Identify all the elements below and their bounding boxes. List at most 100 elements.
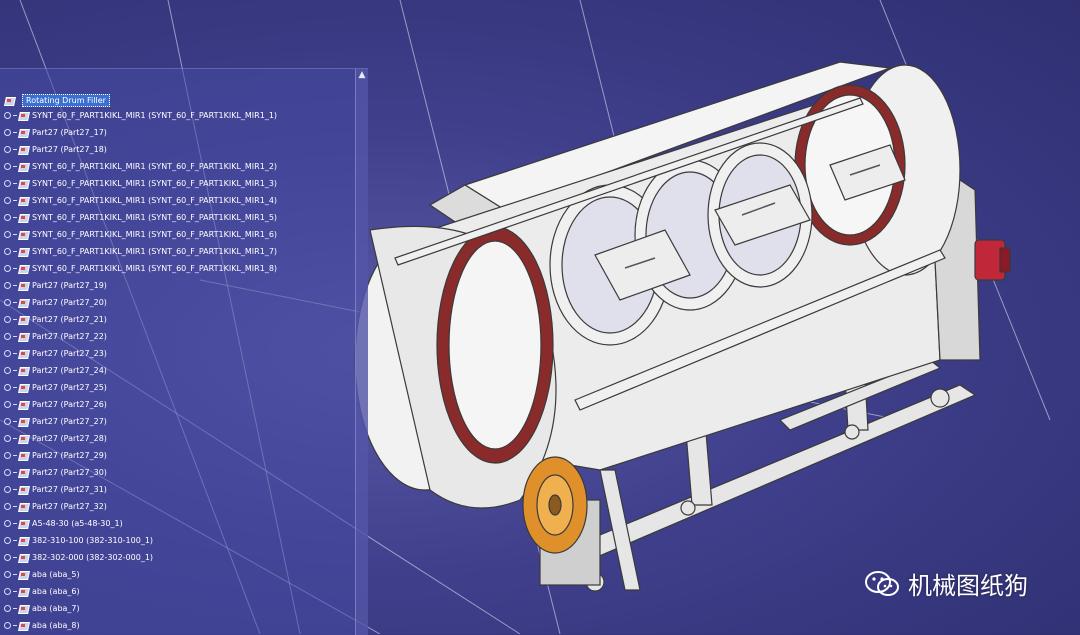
- tree-item-label: Part27 (Part27_28): [32, 433, 107, 443]
- tree-item[interactable]: SYNT_60_F_PART1KIKL_MIR1 (SYNT_60_F_PART…: [4, 209, 277, 225]
- tree-item[interactable]: Part27 (Part27_21): [4, 311, 107, 327]
- tree-item-label: SYNT_60_F_PART1KIKL_MIR1 (SYNT_60_F_PART…: [32, 161, 278, 171]
- expand-node-icon[interactable]: [4, 196, 11, 204]
- tree-item[interactable]: Part27 (Part27_29): [4, 447, 107, 463]
- tree-item-label: Part27 (Part27_22): [32, 331, 107, 341]
- tree-item-label: Part27 (Part27_19): [32, 280, 107, 290]
- expand-node-icon[interactable]: [4, 349, 11, 357]
- expand-node-icon[interactable]: [4, 519, 11, 527]
- wechat-icon: [864, 570, 900, 598]
- expand-node-icon[interactable]: [4, 179, 11, 187]
- tree-connector: [13, 352, 17, 354]
- tree-connector: [13, 437, 17, 439]
- tree-connector: [13, 386, 17, 388]
- expand-node-icon[interactable]: [4, 570, 11, 578]
- expand-node-icon[interactable]: [4, 485, 11, 493]
- tree-item[interactable]: Part27 (Part27_30): [4, 464, 107, 480]
- expand-node-icon[interactable]: [4, 247, 11, 255]
- tree-connector: [13, 284, 17, 286]
- tree-item[interactable]: Part27 (Part27_23): [4, 345, 107, 361]
- tree-connector: [13, 301, 17, 303]
- expand-node-icon[interactable]: [4, 604, 11, 612]
- tree-item[interactable]: SYNT_60_F_PART1KIKL_MIR1 (SYNT_60_F_PART…: [4, 192, 277, 208]
- tree-connector: [13, 607, 17, 609]
- tree-item-label: SYNT_60_F_PART1KIKL_MIR1 (SYNT_60_F_PART…: [32, 110, 278, 120]
- tree-item-label: 382-310-100 (382-310-100_1): [32, 535, 154, 545]
- tree-item[interactable]: 382-310-100 (382-310-100_1): [4, 532, 153, 548]
- expand-node-icon[interactable]: [4, 145, 11, 153]
- tree-item[interactable]: SYNT_60_F_PART1KIKL_MIR1 (SYNT_60_F_PART…: [4, 260, 277, 276]
- tree-item[interactable]: Part27 (Part27_25): [4, 379, 107, 395]
- expand-node-icon[interactable]: [4, 417, 11, 425]
- tree-connector: [13, 522, 17, 524]
- tree-item-label: Part27 (Part27_18): [32, 144, 107, 154]
- tree-item[interactable]: Part27 (Part27_31): [4, 481, 107, 497]
- expand-node-icon[interactable]: [4, 298, 11, 306]
- expand-node-icon[interactable]: [4, 400, 11, 408]
- tree-item[interactable]: SYNT_60_F_PART1KIKL_MIR1 (SYNT_60_F_PART…: [4, 243, 277, 259]
- expand-node-icon[interactable]: [4, 383, 11, 391]
- tree-item-label: SYNT_60_F_PART1KIKL_MIR1 (SYNT_60_F_PART…: [32, 246, 278, 256]
- tree-item[interactable]: aba (aba_8): [4, 617, 80, 633]
- tree-item[interactable]: aba (aba_7): [4, 600, 80, 616]
- tree-item[interactable]: Part27 (Part27_18): [4, 141, 107, 157]
- part-icon: [18, 110, 29, 121]
- expand-node-icon[interactable]: [4, 451, 11, 459]
- tree-item[interactable]: 382-302-000 (382-302-000_1): [4, 549, 153, 565]
- expand-node-icon[interactable]: [4, 434, 11, 442]
- expand-node-icon[interactable]: [4, 366, 11, 374]
- tree-item[interactable]: Part27 (Part27_28): [4, 430, 107, 446]
- tree-connector: [13, 471, 17, 473]
- tree-item[interactable]: A5-48-30 (a5-48-30_1): [4, 515, 123, 531]
- expand-node-icon[interactable]: [4, 587, 11, 595]
- tree-root[interactable]: Rotating Drum Filler: [4, 93, 110, 107]
- part-icon: [18, 620, 29, 631]
- tree-item[interactable]: SYNT_60_F_PART1KIKL_MIR1 (SYNT_60_F_PART…: [4, 158, 277, 174]
- expand-node-icon[interactable]: [4, 281, 11, 289]
- expand-node-icon[interactable]: [4, 536, 11, 544]
- tree-item[interactable]: aba (aba_6): [4, 583, 80, 599]
- tree-item[interactable]: Part27 (Part27_20): [4, 294, 107, 310]
- expand-node-icon[interactable]: [4, 128, 11, 136]
- expand-node-icon[interactable]: [4, 502, 11, 510]
- tree-item-label: Part27 (Part27_25): [32, 382, 107, 392]
- watermark-text: 机械图纸狗: [908, 572, 1028, 600]
- expand-node-icon[interactable]: [4, 162, 11, 170]
- tree-item-label: Part27 (Part27_26): [32, 399, 107, 409]
- tree-item[interactable]: SYNT_60_F_PART1KIKL_MIR1 (SYNT_60_F_PART…: [4, 107, 277, 123]
- tree-connector: [13, 420, 17, 422]
- tree-item-label: Part27 (Part27_32): [32, 501, 107, 511]
- part-icon: [18, 518, 29, 529]
- tree-item[interactable]: Part27 (Part27_24): [4, 362, 107, 378]
- tree-item-label: Part27 (Part27_21): [32, 314, 107, 324]
- expand-node-icon[interactable]: [4, 621, 11, 629]
- tree-item-label: A5-48-30 (a5-48-30_1): [32, 518, 123, 528]
- expand-node-icon[interactable]: [4, 230, 11, 238]
- tree-item-label: SYNT_60_F_PART1KIKL_MIR1 (SYNT_60_F_PART…: [32, 263, 278, 273]
- tree-item[interactable]: Part27 (Part27_32): [4, 498, 107, 514]
- expand-node-icon[interactable]: [4, 553, 11, 561]
- tree-item[interactable]: Part27 (Part27_19): [4, 277, 107, 293]
- tree-item[interactable]: Part27 (Part27_27): [4, 413, 107, 429]
- expand-node-icon[interactable]: [4, 468, 11, 476]
- tree-item[interactable]: Part27 (Part27_22): [4, 328, 107, 344]
- watermark: 机械图纸狗: [864, 566, 1028, 601]
- expand-node-icon[interactable]: [4, 315, 11, 323]
- arrow-up-icon[interactable]: ▲: [356, 69, 368, 81]
- expand-node-icon[interactable]: [4, 332, 11, 340]
- tree-item[interactable]: Part27 (Part27_17): [4, 124, 107, 140]
- tree-item[interactable]: SYNT_60_F_PART1KIKL_MIR1 (SYNT_60_F_PART…: [4, 175, 277, 191]
- part-icon: [18, 535, 29, 546]
- expand-node-icon[interactable]: [4, 111, 11, 119]
- tree-item[interactable]: Part27 (Part27_26): [4, 396, 107, 412]
- tree-connector: [13, 267, 17, 269]
- tree-item[interactable]: aba (aba_5): [4, 566, 80, 582]
- part-icon: [18, 280, 29, 291]
- tree-item-label: SYNT_60_F_PART1KIKL_MIR1 (SYNT_60_F_PART…: [32, 229, 278, 239]
- tree-item[interactable]: SYNT_60_F_PART1KIKL_MIR1 (SYNT_60_F_PART…: [4, 226, 277, 242]
- expand-node-icon[interactable]: [4, 264, 11, 272]
- expand-node-icon[interactable]: [4, 213, 11, 221]
- tree-item-label: aba (aba_6): [32, 586, 80, 596]
- tree-item-label: aba (aba_5): [32, 569, 80, 579]
- tree-scrollbar[interactable]: ▲: [355, 69, 368, 635]
